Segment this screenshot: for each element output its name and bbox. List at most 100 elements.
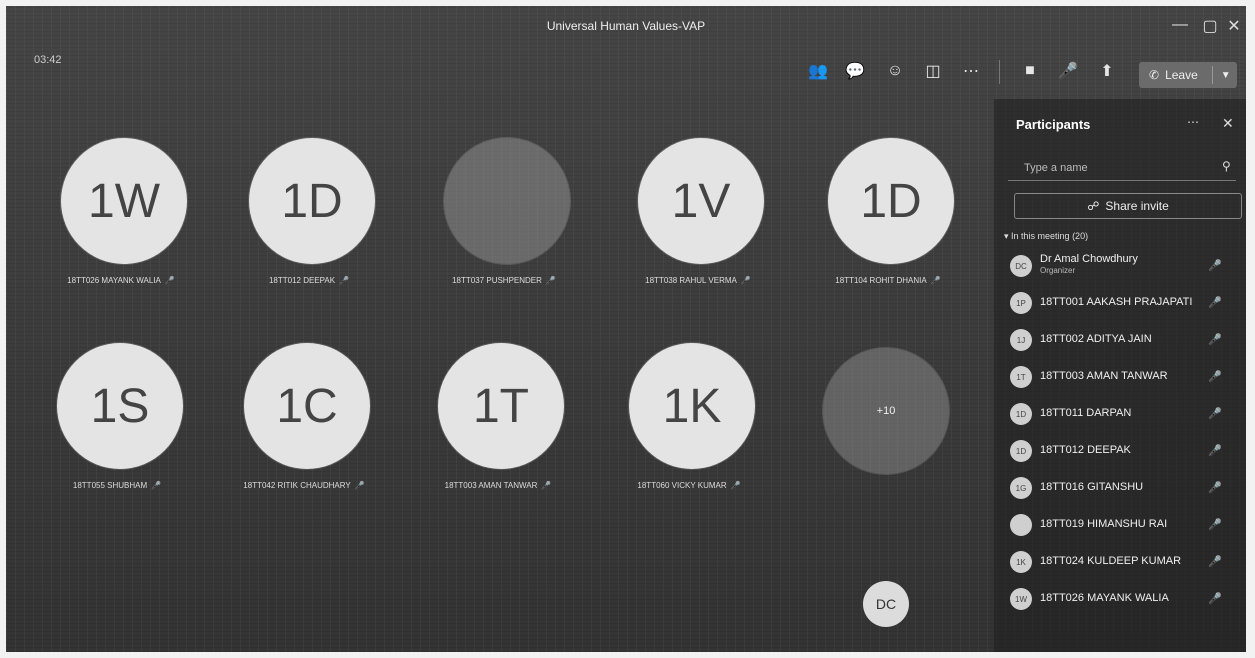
avatar: 1K (629, 343, 755, 469)
participant-tile[interactable]: 1D 18TT104 ROHIT DHANIA 🎤 (793, 138, 983, 288)
list-item[interactable]: 1P 18TT001 AAKASH PRAJAPATI 🎤 (994, 284, 1246, 321)
mic-off-icon: 🎤 (1208, 445, 1222, 457)
section-label: In this meeting (20) (1011, 231, 1089, 241)
list-item[interactable]: 1W 18TT026 MAYANK WALIA 🎤 (994, 580, 1246, 617)
avatar: 1V (638, 138, 764, 264)
participant-tile[interactable]: 18TT037 PUSHPENDER 🎤 (409, 138, 599, 288)
participant-name: 18TT003 AMAN TANWAR (1040, 370, 1168, 382)
list-item[interactable]: 1K 18TT024 KULDEEP KUMAR 🎤 (994, 543, 1246, 580)
leave-divider (1211, 66, 1213, 84)
participants-panel: Participants ⋯ ✕ ⚲ ☍ Share invite ▾ In t… (994, 99, 1246, 652)
share-screen-icon[interactable]: ⬆ (1094, 58, 1120, 84)
mic-off-icon: 🎤 (730, 481, 741, 490)
view-icon[interactable]: ◫ (920, 58, 946, 84)
avatar: 1T (1010, 366, 1032, 388)
self-avatar[interactable]: DC (863, 581, 909, 627)
search-icon[interactable]: ⚲ (1222, 159, 1231, 173)
participant-name: 18TT012 DEEPAK (1040, 444, 1131, 456)
camera-off-icon[interactable]: ■ (1017, 58, 1043, 84)
list-item[interactable]: 1T 18TT003 AMAN TANWAR 🎤 (994, 358, 1246, 395)
mic-off-icon: 🎤 (545, 276, 556, 285)
avatar: 1W (61, 138, 187, 264)
more-participants-tile[interactable]: +10 (788, 348, 978, 498)
chat-icon[interactable]: 💬 (842, 58, 868, 84)
participant-name: 18TT019 HIMANSHU RAI (1040, 518, 1168, 530)
avatar: 1S (57, 343, 183, 469)
mic-off-icon: 🎤 (1208, 593, 1222, 605)
reactions-icon[interactable]: ☺ (882, 58, 908, 84)
window-title: Universal Human Values-VAP (546, 19, 706, 33)
mic-off-icon: 🎤 (1208, 371, 1222, 383)
participant-tile[interactable]: 1C 18TT042 RITIK CHAUDHARY 🎤 (209, 343, 399, 493)
panel-title: Participants (1016, 117, 1091, 132)
avatar: 1W (1010, 588, 1032, 610)
teams-meeting-window: Universal Human Values-VAP — ▢ ✕ 03:42 👥… (6, 6, 1246, 652)
maximize-icon[interactable]: ▢ (1198, 16, 1222, 36)
close-icon[interactable]: ✕ (1222, 16, 1246, 36)
video-gallery: 1W 18TT026 MAYANK WALIA 🎤 1D 18TT012 DEEP… (6, 86, 996, 652)
list-item[interactable]: 1D 18TT011 DARPAN 🎤 (994, 395, 1246, 432)
participant-name: 18TT037 PUSHPENDER 🎤 (452, 276, 556, 285)
participant-name: 18TT060 VICKY KUMAR 🎤 (637, 481, 741, 490)
mic-off-icon: 🎤 (1208, 556, 1222, 568)
close-icon[interactable]: ✕ (1222, 115, 1234, 132)
more-icon[interactable]: ⋯ (1187, 115, 1199, 129)
participant-tile[interactable]: 1D 18TT012 DEEPAK 🎤 (214, 138, 404, 288)
participant-name: 18TT002 ADITYA JAIN (1040, 333, 1152, 345)
search-box: ⚲ (1008, 154, 1236, 181)
avatar: 1K (1010, 551, 1032, 573)
participant-tile[interactable]: 1T 18TT003 AMAN TANWAR 🎤 (403, 343, 593, 493)
participant-tile[interactable]: 1K 18TT060 VICKY KUMAR 🎤 (594, 343, 784, 493)
mic-off-icon: 🎤 (354, 481, 365, 490)
mic-off-icon: 🎤 (1208, 519, 1222, 531)
more-icon[interactable]: ⋯ (958, 58, 984, 84)
participant-name: 18TT001 AAKASH PRAJAPATI (1040, 296, 1193, 308)
avatar: 1D (1010, 403, 1032, 425)
share-invite-button[interactable]: ☍ Share invite (1014, 193, 1242, 219)
minimize-icon[interactable]: — (1168, 16, 1192, 34)
mic-off-icon[interactable]: 🎤 (1055, 58, 1081, 84)
leave-button[interactable]: ✆ Leave ▼ (1139, 62, 1237, 88)
participant-tile[interactable]: 1S 18TT055 SHUBHAM 🎤 (22, 343, 212, 493)
participant-name: 18TT024 KULDEEP KUMAR (1040, 555, 1182, 567)
avatar: 1D (249, 138, 375, 264)
participant-tile[interactable]: 1V 18TT038 RAHUL VERMA 🎤 (603, 138, 793, 288)
avatar: 1C (244, 343, 370, 469)
phone-icon: ✆ (1149, 68, 1160, 82)
mic-off-icon: 🎤 (164, 276, 175, 285)
share-icon: ☍ (1087, 199, 1100, 213)
avatar (444, 138, 570, 264)
list-item[interactable]: DC Dr Amal Chowdhury Organizer 🎤 (994, 247, 1246, 284)
participant-name: 18TT042 RITIK CHAUDHARY 🎤 (243, 481, 365, 490)
list-item[interactable]: 1G 18TT016 GITANSHU 🎤 (994, 469, 1246, 506)
people-icon[interactable]: 👥 (805, 58, 831, 84)
participant-name: 18TT026 MAYANK WALIA (1040, 592, 1169, 604)
avatar: DC (1010, 255, 1032, 277)
mic-off-icon: 🎤 (541, 481, 552, 490)
avatar: 1D (1010, 440, 1032, 462)
participant-name: 18TT055 SHUBHAM 🎤 (72, 481, 162, 490)
leave-label: Leave (1165, 68, 1198, 82)
mic-off-icon: 🎤 (339, 276, 350, 285)
participant-name: 18TT012 DEEPAK 🎤 (268, 276, 350, 285)
avatar: 1D (828, 138, 954, 264)
mic-off-icon: 🎤 (1208, 334, 1222, 346)
avatar: 1J (1010, 329, 1032, 351)
participant-name: 18TT016 GITANSHU (1040, 481, 1144, 493)
list-item[interactable]: 18TT019 HIMANSHU RAI 🎤 (994, 506, 1246, 543)
participant-name: 18TT038 RAHUL VERMA 🎤 (645, 276, 751, 285)
mic-off-icon: 🎤 (1208, 408, 1222, 420)
list-item[interactable]: 1D 18TT012 DEEPAK 🎤 (994, 432, 1246, 469)
share-invite-label: Share invite (1105, 199, 1169, 213)
chevron-down-icon[interactable]: ▼ (1221, 70, 1231, 81)
participant-role: Organizer (1040, 266, 1076, 275)
list-item[interactable]: 1J 18TT002 ADITYA JAIN 🎤 (994, 321, 1246, 358)
meeting-timer: 03:42 (34, 54, 62, 66)
participant-name: 18TT026 MAYANK WALIA 🎤 (67, 276, 175, 285)
participant-tile[interactable]: 1W 18TT026 MAYANK WALIA 🎤 (26, 138, 216, 288)
mic-off-icon: 🎤 (740, 276, 751, 285)
avatar (1010, 514, 1032, 536)
participant-list: DC Dr Amal Chowdhury Organizer 🎤 1P 18TT… (994, 247, 1246, 617)
search-input[interactable] (1022, 158, 1206, 178)
section-header[interactable]: ▾ In this meeting (20) (1004, 231, 1088, 242)
